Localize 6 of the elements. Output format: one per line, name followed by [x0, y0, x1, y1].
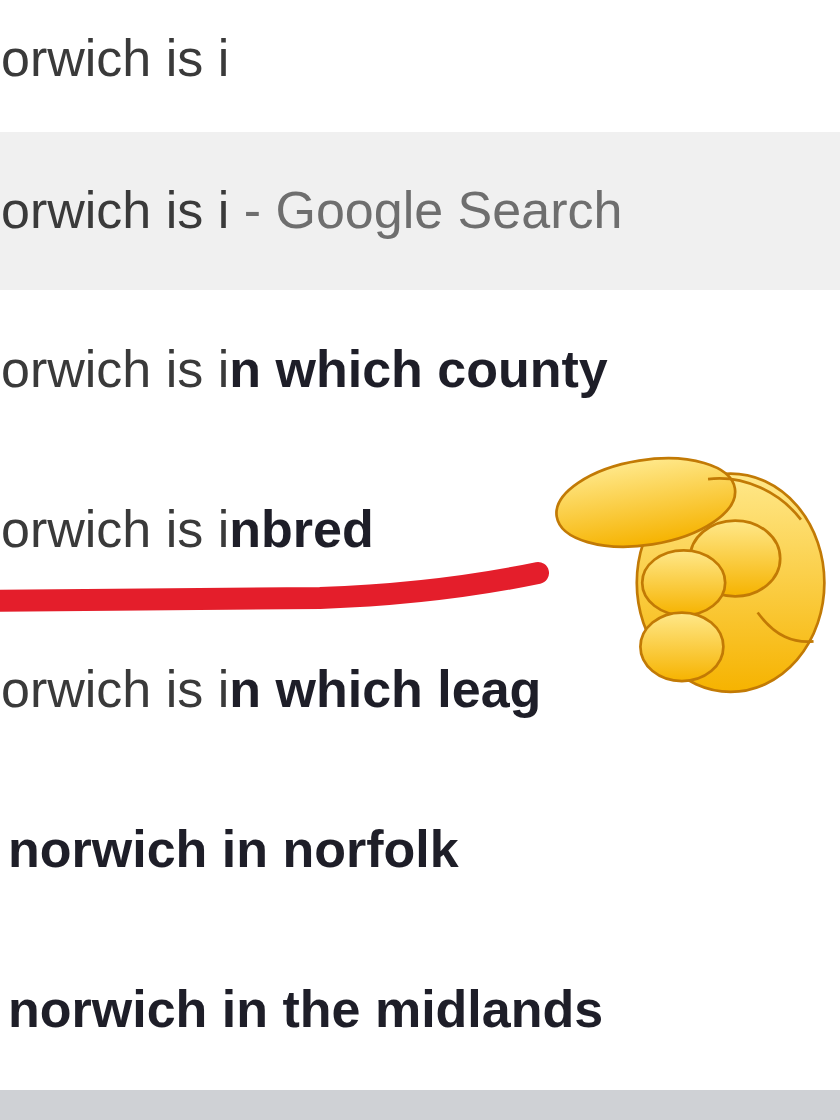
suggestion-item[interactable]: orwich is inbred: [1, 500, 374, 560]
suggestion-item[interactable]: norwich in norfolk: [8, 820, 459, 880]
suggestion-item[interactable]: norwich in the midlands: [8, 980, 604, 1040]
suggestion-item[interactable]: orwich is in which leag: [1, 660, 542, 720]
suggestion-item[interactable]: orwich is i - Google Search: [0, 132, 840, 290]
suggestion-item[interactable]: orwich is in which county: [1, 340, 608, 400]
